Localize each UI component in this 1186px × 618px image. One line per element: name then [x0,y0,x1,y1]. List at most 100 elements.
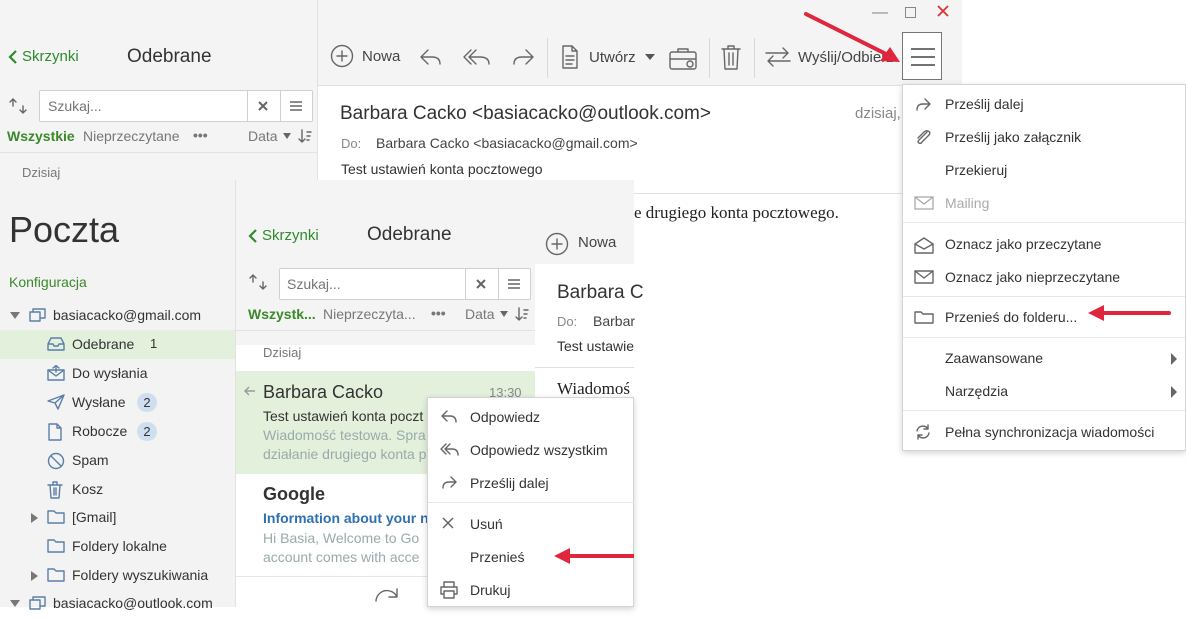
message-preview: account comes with acce [263,549,420,565]
folder-sent[interactable]: Wysłane 2 [0,388,235,417]
menu-item-mark-read[interactable]: Oznacz jako przeczytane [903,228,1185,260]
search-input[interactable] [280,269,464,299]
bg-create-dropdown[interactable]: Utwórz [560,44,655,70]
back-to-mailboxes[interactable]: Skrzynki [248,227,319,244]
folder-local[interactable]: Foldery lokalne [0,532,235,561]
menu-item-mailing[interactable]: Mailing [903,187,1185,219]
folder-gmail[interactable]: [Gmail] [0,503,235,532]
sync-icon [914,424,932,440]
search-options-icon[interactable] [506,277,522,291]
menu-item-forward[interactable]: Prześlij dalej [903,88,1185,120]
folder-icon [47,567,65,583]
sort-direction-icon[interactable] [298,128,312,144]
preview-subject: Test ustawie [557,338,635,354]
search-options-icon[interactable] [288,99,304,113]
send-receive-icon [764,46,792,68]
replied-icon [243,385,257,397]
bg-filter-more[interactable]: ••• [193,127,208,143]
unread-count: 1 [150,336,158,351]
folder-drafts[interactable]: Robocze 2 [0,417,235,446]
account-row[interactable]: basiacacko@outlook.com [0,589,235,618]
bg-filter-all[interactable]: Wszystkie [7,128,75,144]
reply-icon[interactable] [418,46,444,68]
clear-search-icon[interactable] [256,99,270,113]
print-icon [440,581,458,599]
briefcase-icon[interactable] [668,45,698,71]
folder-title: Odebrane [367,224,452,245]
clear-search-icon[interactable] [474,277,488,291]
folder-name: Spam [72,452,109,468]
outbox-icon [47,365,65,381]
folder-spam[interactable]: Spam [0,446,235,475]
annotation-arrow-move-to-folder [1088,305,1171,321]
chevron-right-icon[interactable] [31,513,38,523]
paperclip-icon [914,129,932,145]
folder-outbox[interactable]: Do wysłania [0,359,235,388]
folder-inbox[interactable]: Odebrane 1 [0,330,235,359]
folder-icon [47,509,65,525]
back-label: Skrzynki [262,227,319,244]
bg-back-to-mailboxes[interactable]: Skrzynki [8,48,79,65]
bg-sort-dropdown[interactable]: Data [248,128,292,144]
context-item-label: Drukuj [470,582,511,598]
chevron-left-icon [248,228,258,244]
bg-message-from: Barbara Cacko <basiacacko@outlook.com> [340,103,711,124]
bg-search-input[interactable] [40,91,246,121]
context-item-forward[interactable]: Prześlij dalej [428,466,634,498]
context-item-reply-all[interactable]: Odpowiedz wszystkim [428,433,634,465]
bg-new-label: Nowa [362,47,401,65]
menu-item-tools[interactable]: Narzędzia [903,375,1185,407]
app-title: Poczta [9,209,120,250]
hamburger-icon [910,47,936,67]
sort-dropdown[interactable]: Data [465,306,509,322]
folder-name: Robocze [72,423,128,439]
message-preview: Hi Basia, Welcome to Go [263,530,420,546]
sync-icon[interactable] [8,96,28,116]
context-item-reply[interactable]: Odpowiedz [428,400,634,432]
preview-to: Barbar [593,313,636,329]
folder-search[interactable]: Foldery wyszukiwania [0,561,235,590]
close-icon[interactable] [936,4,950,18]
bg-folder-title: Odebrane [127,46,212,67]
submenu-arrow-icon [1171,353,1177,365]
context-item-label: Usuń [470,516,503,532]
bg-new-message-button[interactable]: Nowa [330,44,400,68]
message-from: Google [263,484,325,504]
menu-item-forward-as-attachment[interactable]: Prześlij jako załącznik [903,121,1185,153]
delete-icon [440,515,456,531]
menu-item-label: Przenieś do folderu... [945,309,1078,325]
trash-icon[interactable] [720,43,742,71]
menu-item-full-sync[interactable]: Pełna synchronizacja wiadomości [903,416,1185,448]
filter-more[interactable]: ••• [431,305,446,321]
account-row[interactable]: basiacacko@gmail.com [0,301,235,330]
bg-message-date: dzisiaj, [855,105,901,122]
reply-all-icon[interactable] [462,46,492,68]
preview-from: Barbara C [557,282,644,303]
menu-item-redirect[interactable]: Przekieruj [903,154,1185,186]
menu-item-label: Prześlij jako załącznik [945,129,1082,145]
bg-message-body: e drugiego konta pocztowego. [634,203,839,222]
drafts-icon [47,423,63,441]
message-subject: Information about your ne [263,510,437,526]
group-today: Dzisiaj [263,345,302,360]
sort-direction-icon[interactable] [515,306,529,322]
filter-unread[interactable]: Nieprzeczyta... [323,306,416,322]
chevron-left-icon [8,49,18,65]
sync-icon[interactable] [248,272,268,292]
bg-filter-unread[interactable]: Nieprzeczytane [83,128,180,144]
chevron-right-icon[interactable] [31,571,38,581]
refresh-icon[interactable] [373,585,401,607]
menu-item-advanced[interactable]: Zaawansowane [903,342,1185,374]
forward-icon[interactable] [510,46,536,68]
trash-icon [47,481,63,499]
filter-all[interactable]: Wszystk... [248,306,316,322]
bg-search-box [39,90,313,122]
context-item-delete[interactable]: Usuń [428,507,634,539]
chevron-down-icon[interactable] [10,600,20,607]
context-item-print[interactable]: Drukuj [428,573,634,605]
configuration-link[interactable]: Konfiguracja [9,274,87,290]
chevron-down-icon[interactable] [10,312,20,319]
folder-trash[interactable]: Kosz [0,475,235,504]
spam-icon [47,452,65,470]
menu-item-mark-unread[interactable]: Oznacz jako nieprzeczytane [903,261,1185,293]
